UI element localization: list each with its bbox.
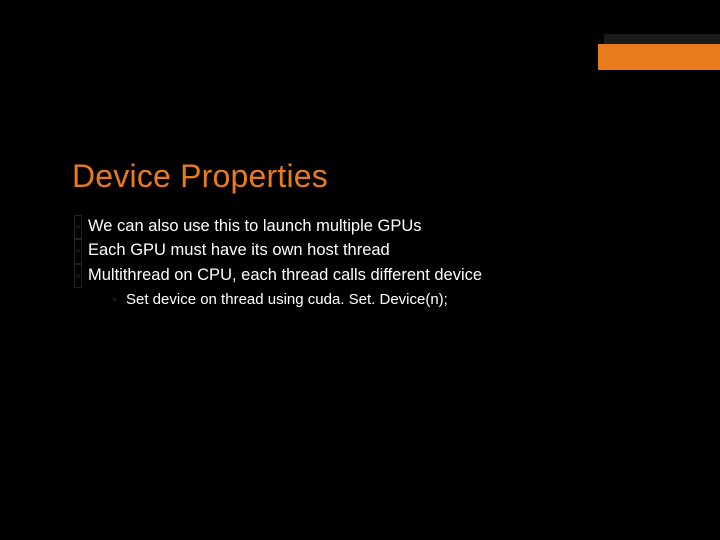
bullet-text: Each GPU must have its own host thread [88,241,390,259]
bullet-item: Multithread on CPU, each thread calls di… [74,264,660,311]
corner-accent-dark [604,34,720,44]
sub-bullet-item: Set device on thread using cuda. Set. De… [112,290,660,310]
corner-accent-orange [598,44,720,70]
bullet-text: Multithread on CPU, each thread calls di… [88,266,482,284]
sub-bullet-list: Set device on thread using cuda. Set. De… [88,290,660,310]
slide-title: Device Properties [72,158,660,195]
bullet-text: We can also use this to launch multiple … [88,217,422,235]
corner-accent [598,34,720,70]
slide-content: Device Properties We can also use this t… [72,158,660,312]
sub-bullet-text: Set device on thread using cuda. Set. De… [126,291,448,308]
bullet-item: We can also use this to launch multiple … [74,215,660,237]
bullet-item: Each GPU must have its own host thread [74,239,660,261]
bullet-list: We can also use this to launch multiple … [72,215,660,310]
